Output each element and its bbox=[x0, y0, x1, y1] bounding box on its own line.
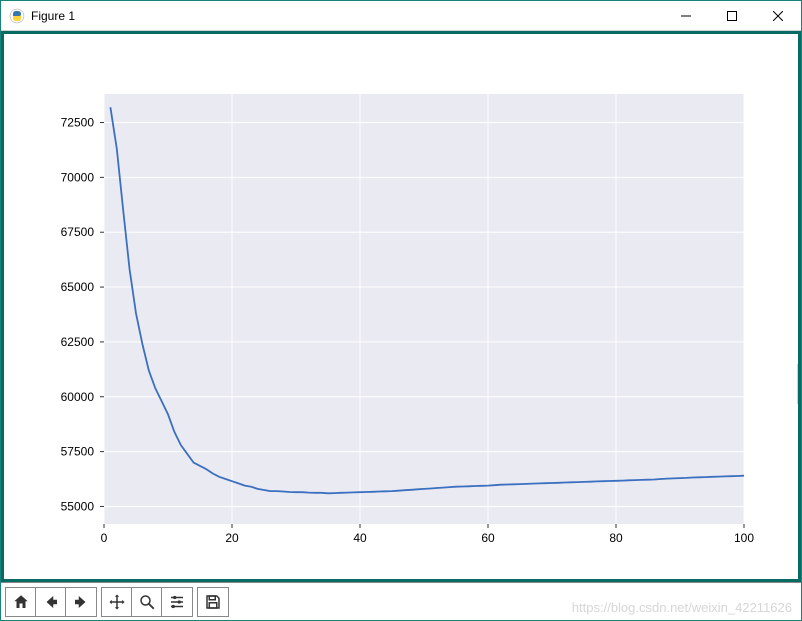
figure-canvas[interactable]: 0 20 40 60 80 100 55000 57500 60000 62500 65000 675… bbox=[1, 31, 801, 582]
maximize-button[interactable] bbox=[709, 1, 755, 31]
svg-text:40: 40 bbox=[353, 531, 367, 545]
svg-text:62500: 62500 bbox=[61, 335, 95, 349]
minimize-button[interactable] bbox=[663, 1, 709, 31]
pan-button[interactable] bbox=[102, 588, 132, 616]
nav-toolbar: https://blog.csdn.net/weixin_42211626 bbox=[1, 582, 801, 620]
configure-button[interactable] bbox=[162, 588, 192, 616]
svg-text:100: 100 bbox=[734, 531, 754, 545]
plot-svg: 0 20 40 60 80 100 55000 57500 60000 62500 65000 675… bbox=[4, 34, 798, 582]
svg-text:60000: 60000 bbox=[61, 390, 95, 404]
window-title: Figure 1 bbox=[31, 9, 75, 23]
svg-text:55000: 55000 bbox=[61, 499, 95, 513]
svg-text:80: 80 bbox=[609, 531, 623, 545]
svg-text:65000: 65000 bbox=[61, 280, 95, 294]
svg-text:57500: 57500 bbox=[61, 445, 95, 459]
svg-text:67500: 67500 bbox=[61, 225, 95, 239]
titlebar: Figure 1 bbox=[1, 1, 801, 31]
zoom-button[interactable] bbox=[132, 588, 162, 616]
figure-window: Figure 1 0 20 40 60 80 100 55000 57500 60000 6250… bbox=[0, 0, 802, 621]
home-button[interactable] bbox=[6, 588, 36, 616]
forward-button[interactable] bbox=[66, 588, 96, 616]
svg-text:60: 60 bbox=[481, 531, 495, 545]
python-icon bbox=[9, 8, 25, 24]
close-button[interactable] bbox=[755, 1, 801, 31]
svg-text:72500: 72500 bbox=[61, 116, 95, 130]
watermark: https://blog.csdn.net/weixin_42211626 bbox=[572, 600, 792, 615]
back-button[interactable] bbox=[36, 588, 66, 616]
edge-decoration bbox=[797, 364, 801, 404]
svg-text:0: 0 bbox=[101, 531, 108, 545]
svg-text:70000: 70000 bbox=[61, 170, 95, 184]
save-button[interactable] bbox=[198, 588, 228, 616]
svg-text:20: 20 bbox=[225, 531, 239, 545]
